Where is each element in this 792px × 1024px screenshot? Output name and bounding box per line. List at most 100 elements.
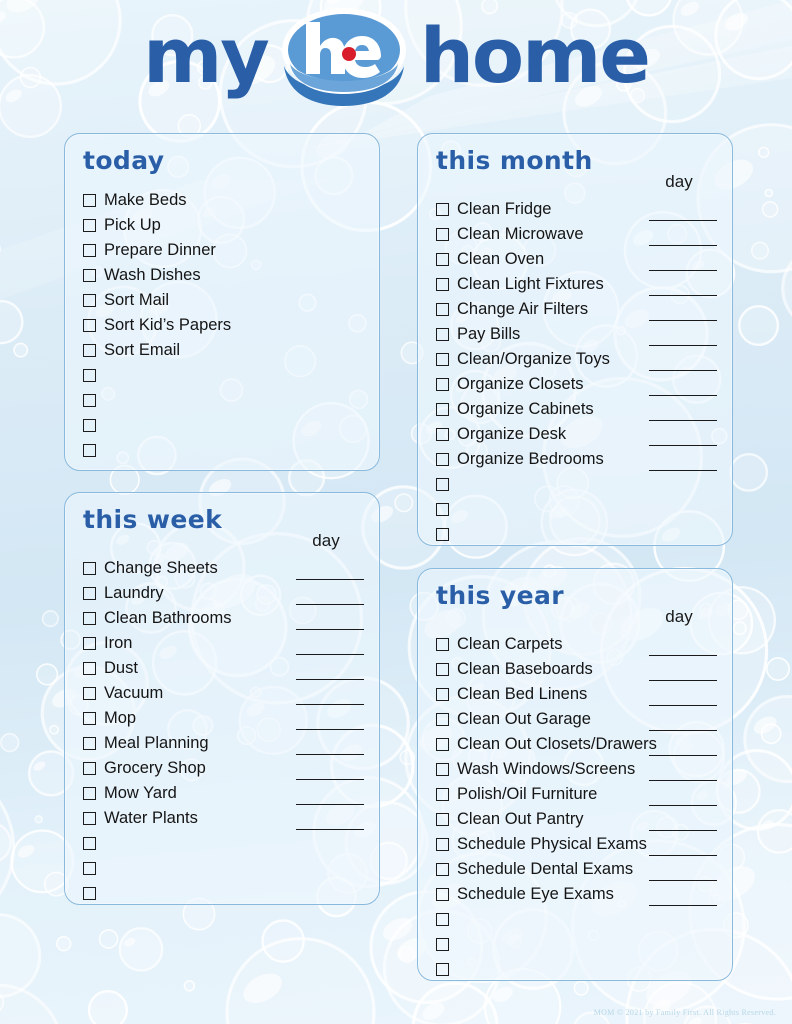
checkbox-icon[interactable] [83,837,96,850]
checkbox-icon[interactable] [436,963,449,976]
checkbox-icon[interactable] [436,453,449,466]
checkbox-icon[interactable] [83,369,96,382]
day-write-in-line[interactable] [649,680,717,681]
checkbox-icon[interactable] [83,687,96,700]
checklist-row-blank [418,932,732,957]
day-write-in-line[interactable] [296,604,364,605]
day-write-in-line[interactable] [296,629,364,630]
checkbox-icon[interactable] [436,888,449,901]
checkbox-icon[interactable] [436,228,449,241]
checkbox-icon[interactable] [436,378,449,391]
checkbox-icon[interactable] [436,203,449,216]
day-write-in-line[interactable] [649,780,717,781]
day-write-in-line[interactable] [296,779,364,780]
day-write-in-line[interactable] [649,320,717,321]
checkbox-icon[interactable] [83,394,96,407]
day-write-in-line[interactable] [649,880,717,881]
day-write-in-line[interactable] [649,445,717,446]
day-write-in-line[interactable] [649,220,717,221]
checkbox-icon[interactable] [436,403,449,416]
day-write-in-line[interactable] [649,295,717,296]
checkbox-icon[interactable] [436,478,449,491]
day-write-in-line[interactable] [296,679,364,680]
day-write-in-line[interactable] [649,470,717,471]
day-write-in-line[interactable] [649,730,717,731]
checkbox-icon[interactable] [436,763,449,776]
checkbox-icon[interactable] [83,612,96,625]
checkbox-icon[interactable] [436,528,449,541]
day-write-in-line[interactable] [296,804,364,805]
day-write-in-line[interactable] [296,754,364,755]
checkbox-icon[interactable] [436,278,449,291]
checkbox-icon[interactable] [436,688,449,701]
checkbox-icon[interactable] [83,662,96,675]
day-write-in-line[interactable] [649,805,717,806]
checkbox-icon[interactable] [83,419,96,432]
checkbox-icon[interactable] [436,813,449,826]
day-write-in-line[interactable] [649,420,717,421]
checkbox-icon[interactable] [83,194,96,207]
checkbox-icon[interactable] [436,428,449,441]
day-write-in-line[interactable] [649,855,717,856]
checkbox-icon[interactable] [436,713,449,726]
day-write-in-line[interactable] [649,370,717,371]
checkbox-icon[interactable] [83,587,96,600]
page-header: my home [0,0,792,128]
day-write-in-line[interactable] [296,579,364,580]
checklist-item-label: Sort Mail [104,291,170,309]
day-write-in-line[interactable] [296,729,364,730]
checkbox-icon[interactable] [436,253,449,266]
checkbox-icon[interactable] [436,938,449,951]
checkbox-icon[interactable] [83,294,96,307]
checkbox-icon[interactable] [83,244,96,257]
checkbox-icon[interactable] [83,219,96,232]
checkbox-icon[interactable] [83,787,96,800]
day-write-in-line[interactable] [649,270,717,271]
checkbox-icon[interactable] [83,762,96,775]
checkbox-icon[interactable] [83,887,96,900]
checkbox-icon[interactable] [436,738,449,751]
day-write-in-line[interactable] [649,245,717,246]
checkbox-icon[interactable] [436,638,449,651]
checkbox-icon[interactable] [83,737,96,750]
checklist-row-blank [65,856,379,881]
checklist-row-blank [65,881,379,906]
checkbox-icon[interactable] [83,712,96,725]
checkbox-icon[interactable] [436,788,449,801]
checklist-row: Dust [65,656,379,681]
checklist-item-label: Pick Up [104,216,161,234]
checkbox-icon[interactable] [436,353,449,366]
day-write-in-line[interactable] [649,345,717,346]
checkbox-icon[interactable] [83,269,96,282]
checkbox-icon[interactable] [83,319,96,332]
checkbox-icon[interactable] [436,863,449,876]
checklist-item-label: Sort Email [104,341,181,359]
checkbox-icon[interactable] [436,503,449,516]
checklist-row-blank [65,388,379,413]
checkbox-icon[interactable] [436,663,449,676]
checkbox-icon[interactable] [83,562,96,575]
checklist-row: Organize Bedrooms [418,447,732,472]
day-write-in-line[interactable] [649,395,717,396]
checklist-item-label: Clean Out Pantry [457,810,584,828]
checkbox-icon[interactable] [436,838,449,851]
day-write-in-line[interactable] [649,905,717,906]
day-write-in-line[interactable] [649,655,717,656]
checkbox-icon[interactable] [83,444,96,457]
day-write-in-line[interactable] [296,704,364,705]
checkbox-icon[interactable] [83,344,96,357]
checklist-row-blank [418,497,732,522]
card-title-this-week: this week [83,505,223,534]
day-write-in-line[interactable] [296,654,364,655]
checkbox-icon[interactable] [436,328,449,341]
checkbox-icon[interactable] [436,913,449,926]
checkbox-icon[interactable] [83,637,96,650]
checkbox-icon[interactable] [436,303,449,316]
checkbox-icon[interactable] [83,812,96,825]
day-write-in-line[interactable] [649,830,717,831]
checkbox-icon[interactable] [83,862,96,875]
day-write-in-line[interactable] [649,705,717,706]
checklist-row-blank [65,363,379,388]
day-write-in-line[interactable] [649,755,717,756]
day-write-in-line[interactable] [296,829,364,830]
